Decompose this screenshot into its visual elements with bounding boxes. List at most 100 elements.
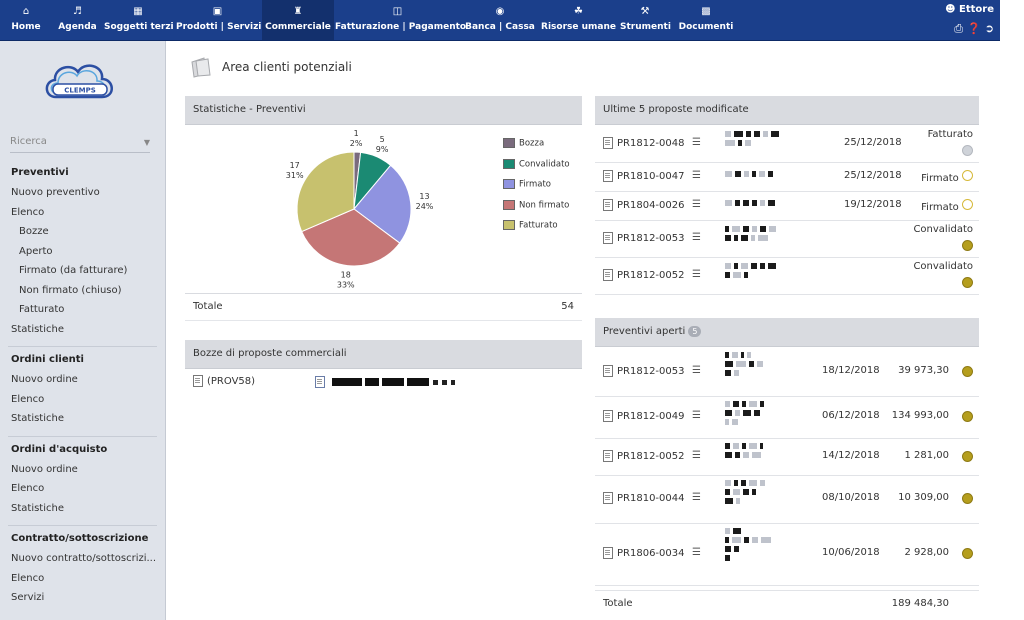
legend-label: Non firmato (519, 200, 570, 210)
sidebar-item[interactable]: Nuovo ordine (0, 372, 165, 392)
print-icon[interactable]: ⎙ (954, 22, 963, 35)
client-name-redacted (315, 370, 472, 396)
proposal-status: Fatturato (928, 129, 973, 159)
sidebar-item[interactable]: Fatturato (0, 302, 165, 322)
sidebar-divider (8, 346, 157, 347)
document-icon (603, 268, 613, 281)
draft-row[interactable]: (PROV58) (185, 369, 582, 395)
proposal-ref[interactable]: PR1810-0047 (603, 169, 685, 182)
legend-item[interactable]: Firmato (503, 179, 570, 200)
list-icon[interactable]: ☰ (692, 199, 701, 210)
nav-item-risorse-umane[interactable]: ☘ Risorse umane (540, 0, 617, 40)
quote-ref[interactable]: PR1812-0049 (603, 410, 685, 422)
status-dot-icon (962, 411, 973, 422)
list-icon[interactable]: ☰ (692, 232, 701, 243)
proposal-row[interactable]: PR1812-0052 ☰ Convalidato (595, 257, 979, 295)
sidebar-item[interactable]: Bozze (0, 224, 165, 244)
open-quote-row[interactable]: PR1810-0044 ☰ 08/10/2018 10 309,00 (595, 475, 979, 524)
pie-label-value: 13 (419, 192, 429, 201)
quote-ref[interactable]: PR1806-0034 (603, 547, 685, 559)
search-select[interactable]: Ricerca ▼ (10, 136, 150, 153)
legend-item[interactable]: Non firmato (503, 199, 570, 221)
document-icon (603, 547, 613, 559)
proposal-status: Convalidato (913, 224, 973, 254)
open-panel-head: Preventivi aperti 5 (595, 318, 979, 347)
sidebar-item[interactable]: Firmato (da fatturare) (0, 263, 165, 283)
logout-icon[interactable]: ➲ (985, 22, 994, 35)
nav-item-home[interactable]: ⌂ Home (4, 0, 48, 40)
list-icon[interactable]: ☰ (692, 137, 701, 148)
pie-label-percent: 31% (286, 171, 304, 180)
list-icon[interactable]: ☰ (692, 269, 701, 280)
proposal-ref[interactable]: PR1812-0053 (603, 231, 685, 244)
proposal-row[interactable]: PR1804-0026 ☰ 19/12/2018 Firmato (595, 191, 979, 221)
sidebar-item[interactable]: Servizi (0, 590, 165, 610)
open-quote-row[interactable]: PR1812-0053 ☰ 18/12/2018 39 973,30 (595, 347, 979, 397)
draft-ref[interactable]: (PROV58) (207, 376, 255, 387)
legend-item[interactable]: Convalidato (503, 158, 570, 180)
list-icon[interactable]: ☰ (692, 492, 701, 503)
toolbar-icons: ⎙ ❓ ➲ (950, 22, 994, 36)
open-quote-row[interactable]: PR1812-0052 ☰ 14/12/2018 1 281,00 (595, 438, 979, 476)
list-icon[interactable]: ☰ (692, 450, 701, 461)
nav-item-agenda[interactable]: ♬ Agenda (55, 0, 100, 40)
billing-icon: ◫ (392, 6, 403, 17)
help-icon[interactable]: ❓ (967, 22, 981, 35)
nav-item-strumenti[interactable]: ⚒ Strumenti (620, 0, 671, 40)
proposal-row[interactable]: PR1812-0048 ☰ 25/12/2018 Fatturato (595, 125, 979, 163)
sidebar-section-title[interactable]: Ordini d'acquisto (0, 442, 165, 462)
sidebar-item[interactable]: Aperto (0, 244, 165, 264)
nav-item-banca-cassa[interactable]: ◉ Banca | Cassa (464, 0, 536, 40)
nav-item-soggetti-terzi[interactable]: ▦ Soggetti terzi (104, 0, 174, 40)
proposal-row[interactable]: PR1810-0047 ☰ 25/12/2018 Firmato (595, 162, 979, 192)
logo[interactable]: CLEMPS (40, 55, 120, 105)
proposal-ref[interactable]: PR1812-0048 (603, 136, 685, 149)
nav-item-label: Commerciale (265, 22, 331, 32)
client-name-redacted (725, 352, 766, 379)
open-quote-row[interactable]: PR1806-0034 ☰ 10/06/2018 2 928,00 (595, 523, 979, 586)
sidebar-item[interactable]: Elenco (0, 571, 165, 591)
sidebar-item[interactable]: Statistiche (0, 322, 165, 342)
sidebar-section-title[interactable]: Ordini clienti (0, 352, 165, 372)
nav-item-label: Agenda (58, 22, 97, 32)
quote-ref[interactable]: PR1810-0044 (603, 492, 685, 504)
nav-item-label: Risorse umane (541, 22, 616, 32)
quote-ref[interactable]: PR1812-0053 (603, 364, 685, 377)
nav-item-fatturazione-pagamento[interactable]: ◫ Fatturazione | Pagamento (335, 0, 467, 40)
status-label: Firmato (921, 201, 959, 213)
proposal-ref[interactable]: PR1812-0052 (603, 268, 685, 281)
sidebar-item[interactable]: Statistiche (0, 501, 165, 521)
proposal-ref[interactable]: PR1804-0026 (603, 198, 685, 211)
user-menu[interactable]: ☻ Ettore (945, 4, 994, 15)
sidebar-item[interactable]: Elenco (0, 392, 165, 412)
stats-total-value: 54 (561, 301, 574, 312)
sidebar-item[interactable]: Non firmato (chiuso) (0, 283, 165, 303)
proposal-row[interactable]: PR1812-0053 ☰ Convalidato (595, 220, 979, 258)
open-quote-row[interactable]: PR1812-0049 ☰ 06/12/2018 134 993,00 (595, 396, 979, 439)
list-icon[interactable]: ☰ (692, 365, 701, 376)
quote-amount: 10 309,00 (898, 492, 949, 503)
open-count-badge: 5 (688, 325, 702, 337)
nav-item-prodotti-servizi[interactable]: ▣ Prodotti | Servizi (176, 0, 261, 40)
sidebar-item[interactable]: Nuovo ordine (0, 462, 165, 482)
sidebar-section-title[interactable]: Contratto/sottoscrizione (0, 531, 165, 551)
list-icon[interactable]: ☰ (692, 410, 701, 421)
legend-item[interactable]: Bozza (503, 138, 570, 159)
quote-ref[interactable]: PR1812-0052 (603, 449, 685, 462)
sidebar-section-title[interactable]: Preventivi (0, 165, 165, 185)
sidebar-item[interactable]: Nuovo contratto/sottoscrizi... (0, 551, 165, 571)
legend-item[interactable]: Fatturato (503, 220, 570, 241)
sidebar-item[interactable]: Nuovo preventivo (0, 185, 165, 205)
nav-item-documenti[interactable]: ▩ Documenti (676, 0, 736, 40)
legend-swatch (503, 179, 515, 189)
list-icon[interactable]: ☰ (692, 547, 701, 558)
quote-amount: 134 993,00 (891, 410, 949, 421)
quote-date: 14/12/2018 (822, 449, 880, 461)
nav-item-label: Fatturazione | Pagamento (335, 22, 467, 32)
list-icon[interactable]: ☰ (692, 170, 701, 181)
nav-item-commerciale[interactable]: ♜ Commerciale (262, 0, 334, 40)
sidebar-item[interactable]: Statistiche (0, 411, 165, 431)
sidebar-item[interactable]: Elenco (0, 481, 165, 501)
sidebar-item[interactable]: Elenco (0, 205, 165, 225)
client-name-redacted (725, 226, 779, 244)
